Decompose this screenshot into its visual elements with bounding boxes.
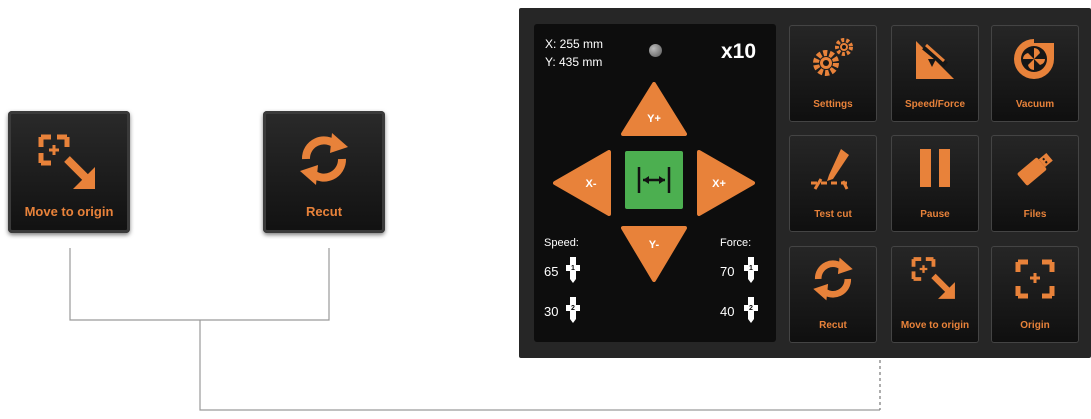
vacuum-fan-icon <box>1014 39 1054 79</box>
jog-up-label: Y+ <box>647 113 661 125</box>
coord-x: X: 255 mm <box>545 37 604 51</box>
svg-text:2: 2 <box>571 305 575 312</box>
callout-recut: Recut <box>263 111 385 233</box>
tool1-force-icon: 1 <box>744 257 758 283</box>
files-label: Files <box>1023 209 1047 220</box>
move-to-origin-button[interactable]: Move to origin <box>891 246 979 343</box>
settings-label: Settings <box>813 99 853 110</box>
gears-icon <box>813 38 853 76</box>
speed-label: Speed: <box>544 237 579 249</box>
callout-move-to-origin: Move to origin <box>8 111 130 233</box>
jog-left-button[interactable]: X- <box>553 150 611 216</box>
coord-y: Y: 435 mm <box>545 55 603 69</box>
recut-button[interactable]: Recut <box>789 246 877 343</box>
callout-recut-label: Recut <box>305 204 343 219</box>
recut-icon <box>300 133 348 185</box>
origin-button[interactable]: Origin <box>991 246 1079 343</box>
pause-label: Pause <box>920 209 950 220</box>
vacuum-label: Vacuum <box>1015 99 1055 110</box>
origin-icon <box>1015 259 1055 299</box>
settings-button[interactable]: Settings <box>789 25 877 122</box>
callout-move-to-origin-label: Move to origin <box>24 204 114 219</box>
vacuum-button[interactable]: Vacuum <box>991 25 1079 122</box>
move-to-origin-icon <box>38 134 95 189</box>
recut-tile-label: Recut <box>819 320 847 331</box>
force-tool1-value[interactable]: 70 <box>720 264 734 279</box>
svg-text:1: 1 <box>571 265 575 272</box>
tool1-speed-icon: 1 <box>566 257 580 283</box>
status-led <box>649 44 662 57</box>
callout-bracket <box>69 248 330 321</box>
move-to-origin-tile-icon <box>911 257 955 299</box>
test-cut-label: Test cut <box>814 209 852 220</box>
jog-down-label: Y- <box>649 239 660 251</box>
svg-text:2: 2 <box>749 305 753 312</box>
speed-force-label: Speed/Force <box>904 99 966 110</box>
move-to-origin-tile-label: Move to origin <box>900 320 970 331</box>
jog-left-label: X- <box>586 178 597 190</box>
pause-button[interactable]: Pause <box>891 135 979 232</box>
speed-tool1-value[interactable]: 65 <box>544 264 558 279</box>
force-tool2-value[interactable]: 40 <box>720 304 734 319</box>
multiplier-label[interactable]: x10 <box>721 40 756 64</box>
test-cut-icon <box>811 149 849 190</box>
horizontal-expand-icon <box>637 167 671 193</box>
speed-tool2-value[interactable]: 30 <box>544 304 558 319</box>
force-label: Force: <box>720 237 752 249</box>
svg-text:1: 1 <box>749 265 753 272</box>
tool2-force-icon: 2 <box>744 297 758 323</box>
usb-drive-icon <box>1017 152 1053 186</box>
center-button[interactable] <box>625 151 683 209</box>
files-button[interactable]: Files <box>991 135 1079 232</box>
jog-up-button[interactable]: Y+ <box>621 82 687 136</box>
jog-right-label: X+ <box>712 178 726 190</box>
tool2-speed-icon: 2 <box>566 297 580 323</box>
speed-force-icon <box>916 41 954 79</box>
jog-right-button[interactable]: X+ <box>697 150 755 216</box>
speed-force-button[interactable]: Speed/Force <box>891 25 979 122</box>
origin-label: Origin <box>1020 320 1050 331</box>
pause-icon <box>920 149 950 187</box>
recut-tile-icon <box>813 257 853 301</box>
jog-down-button[interactable]: Y- <box>621 226 687 282</box>
test-cut-button[interactable]: Test cut <box>789 135 877 232</box>
